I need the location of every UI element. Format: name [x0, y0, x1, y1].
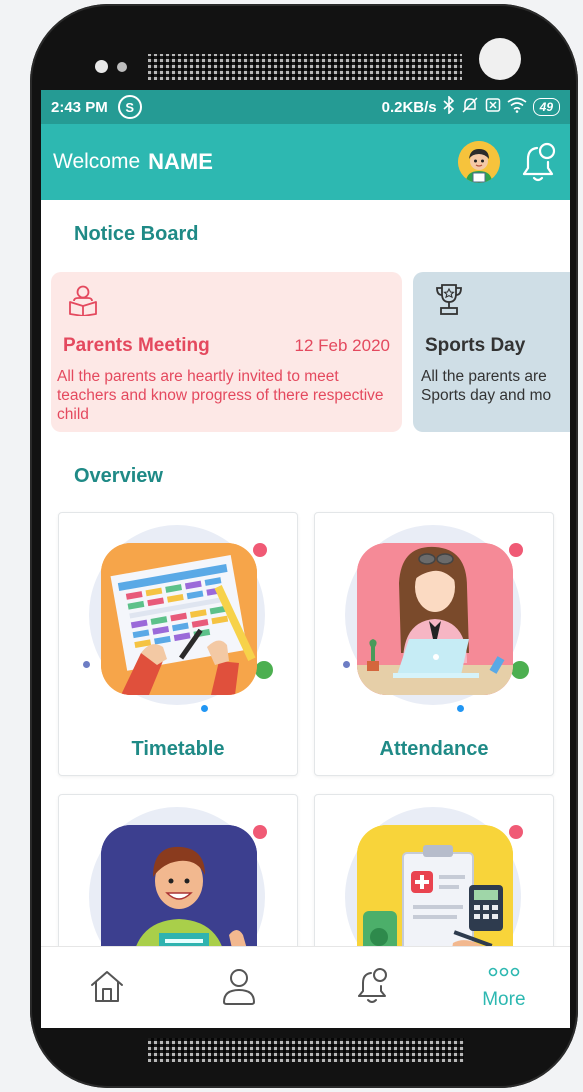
nav-notifications[interactable]	[306, 947, 438, 1028]
notice-card-parents-meeting[interactable]: Parents Meeting 12 Feb 2020 All the pare…	[51, 272, 402, 432]
attendance-tile[interactable]: Attendance	[314, 512, 554, 776]
front-camera-lens	[479, 38, 521, 80]
notice-text-line-2: Sports day and mo	[421, 387, 552, 404]
nav-more-label: More	[482, 989, 526, 1010]
mute-icon	[461, 96, 479, 118]
bottom-navigation: More	[41, 946, 570, 1028]
wifi-icon	[507, 97, 527, 117]
decor-dot	[343, 661, 350, 668]
home-icon	[88, 967, 126, 1010]
nav-home[interactable]	[41, 947, 173, 1028]
avatar-icon[interactable]	[458, 141, 500, 183]
notice-card-sports-day[interactable]: Sports Day All the parents are Sports da…	[413, 272, 570, 432]
decor-dot	[253, 825, 267, 839]
timetable-illustration	[101, 543, 257, 695]
reading-icon	[68, 284, 98, 321]
battery-level: 49	[539, 100, 553, 114]
notice-title: Parents Meeting	[63, 335, 210, 356]
timetable-tile[interactable]: Timetable	[58, 512, 298, 776]
trophy-icon	[435, 282, 463, 321]
decor-dot	[511, 661, 529, 679]
profile-icon	[220, 966, 258, 1011]
front-camera-dot	[95, 60, 108, 73]
notice-carousel[interactable]: Parents Meeting 12 Feb 2020 All the pare…	[51, 272, 570, 434]
sensor-dot	[117, 62, 127, 72]
decor-dot	[255, 661, 273, 679]
decor-dot	[509, 825, 523, 839]
status-time: 2:43 PM	[51, 98, 108, 116]
bell-icon	[354, 966, 390, 1011]
bottom-speaker-grille	[148, 1038, 464, 1062]
decor-dot	[509, 543, 523, 557]
decor-dot	[83, 661, 90, 668]
attendance-illustration	[357, 543, 513, 695]
tile-label: Timetable	[131, 738, 225, 760]
notice-board-title: Notice Board	[74, 223, 199, 245]
app-screen: 2:43 PM S 0.2KB/s 49 Welcome NAME Notice…	[41, 90, 570, 1028]
nav-more[interactable]: More	[438, 947, 570, 1028]
welcome-text: Welcome	[53, 150, 141, 173]
notice-date: 12 Feb 2020	[294, 336, 390, 355]
notice-text: All the parents are heartly invited to m…	[57, 368, 384, 423]
bell-icon[interactable]	[518, 140, 558, 184]
top-speaker-grille	[148, 54, 462, 80]
app-header: Welcome NAME	[41, 124, 570, 200]
more-icon	[487, 965, 521, 983]
overview-title: Overview	[74, 465, 163, 487]
skype-icon: S	[117, 95, 142, 119]
notice-title: Sports Day	[425, 335, 526, 356]
decor-dot	[457, 705, 464, 712]
decor-dot	[201, 705, 208, 712]
tile-label: Attendance	[379, 738, 489, 760]
sim-icon	[485, 97, 501, 117]
user-name: NAME	[148, 149, 213, 174]
notice-text-line-1: All the parents are	[421, 368, 547, 385]
decor-dot	[253, 543, 267, 557]
nav-profile[interactable]	[173, 947, 305, 1028]
battery-icon: 49	[532, 98, 560, 116]
bluetooth-icon	[443, 95, 455, 118]
network-speed: 0.2KB/s	[381, 98, 437, 116]
status-bar: 2:43 PM S 0.2KB/s 49	[41, 90, 570, 124]
